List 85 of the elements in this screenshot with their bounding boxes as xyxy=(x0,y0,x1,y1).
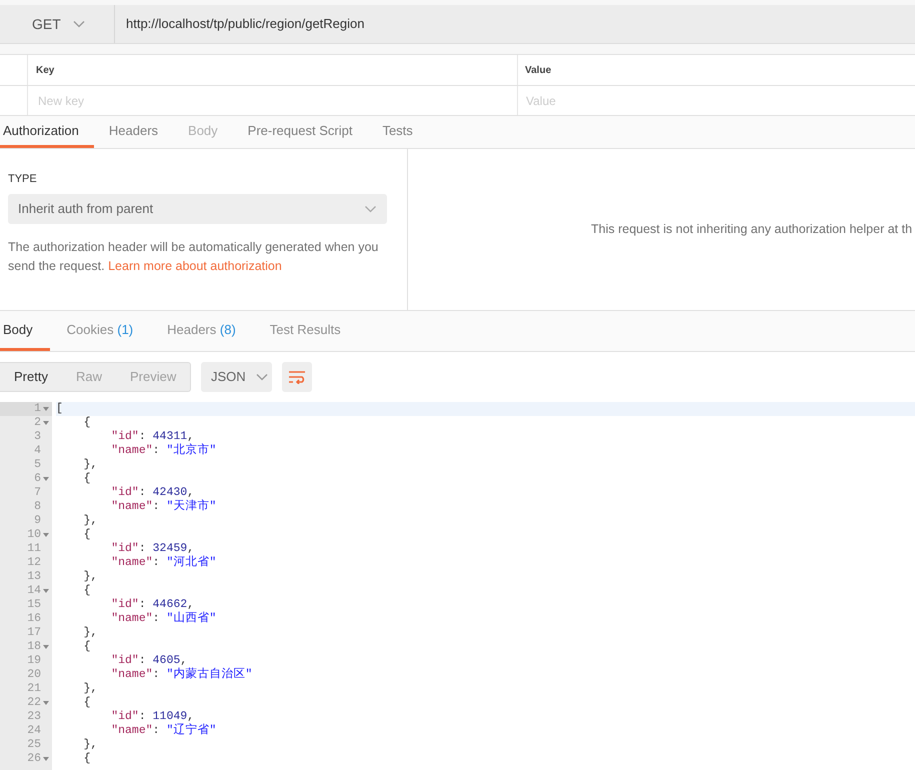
fold-arrow-icon[interactable] xyxy=(43,589,49,593)
code-line: { xyxy=(82,584,92,598)
auth-description: The authorization header will be automatically generated when you send the request. Learn more about authorization xyxy=(8,238,380,275)
fold-arrow-icon[interactable] xyxy=(43,407,49,411)
code-line: }, xyxy=(82,458,98,472)
code-line: { xyxy=(82,528,92,542)
code-line: }, xyxy=(82,514,98,528)
line-number: 3 xyxy=(34,429,41,445)
format-dropdown[interactable]: JSON xyxy=(201,362,272,392)
code-line: { xyxy=(82,416,92,430)
line-number: 2 xyxy=(34,415,41,431)
response-tab[interactable]: Cookies (1) xyxy=(50,311,150,351)
line-number: 24 xyxy=(27,723,41,739)
line-number: 23 xyxy=(27,709,41,725)
line-number: 22 xyxy=(27,695,41,711)
response-tab[interactable]: Body xyxy=(0,311,50,351)
line-number: 17 xyxy=(27,625,41,641)
line-number: 21 xyxy=(27,681,41,697)
code-line: }, xyxy=(82,626,98,640)
wrap-lines-icon xyxy=(288,370,306,384)
chevron-down-icon xyxy=(72,20,85,28)
line-number: 9 xyxy=(34,513,41,529)
code-line: { xyxy=(82,640,92,654)
line-number: 13 xyxy=(27,569,41,585)
line-number: 5 xyxy=(34,457,41,473)
view-mode-button[interactable]: Pretty xyxy=(0,363,62,391)
line-number: 11 xyxy=(27,541,41,557)
learn-more-link[interactable]: Learn more about authorization xyxy=(108,258,282,272)
url-field[interactable]: http://localhost/tp/public/region/getRegion xyxy=(115,5,915,43)
request-tab[interactable]: Pre-request Script xyxy=(232,116,368,148)
auth-type-dropdown[interactable]: Inherit auth from parent xyxy=(8,194,387,224)
fold-arrow-icon[interactable] xyxy=(43,477,49,481)
code-line: "name": "北京市" xyxy=(110,444,218,458)
chevron-down-icon xyxy=(364,204,377,212)
fold-arrow-icon[interactable] xyxy=(43,757,49,761)
view-mode-button[interactable]: Preview xyxy=(116,363,190,391)
fold-arrow-icon[interactable] xyxy=(43,533,49,537)
code-line: "id": 32459, xyxy=(110,542,196,556)
code-line: "id": 42430, xyxy=(110,486,196,500)
code-line: { xyxy=(82,752,92,766)
request-tab[interactable]: Headers xyxy=(94,116,174,148)
fold-arrow-icon[interactable] xyxy=(43,645,49,649)
line-number: 7 xyxy=(34,485,41,501)
fold-arrow-icon[interactable] xyxy=(43,421,49,425)
line-number: 20 xyxy=(27,667,41,683)
code-line: { xyxy=(82,696,92,710)
line-number: 12 xyxy=(27,555,41,571)
line-number: 6 xyxy=(34,471,41,487)
code-line: { xyxy=(82,472,92,486)
code-line: "name": "辽宁省" xyxy=(110,724,218,738)
line-number: 15 xyxy=(27,597,41,613)
code-line: "id": 44662, xyxy=(110,598,196,612)
line-number: 4 xyxy=(34,443,41,459)
response-tab[interactable]: Test Results xyxy=(252,311,358,351)
method-dropdown[interactable]: GET xyxy=(0,5,115,43)
chevron-down-icon xyxy=(256,373,268,381)
response-tab[interactable]: Headers (8) xyxy=(150,311,253,351)
table-header-cell: Key xyxy=(28,55,518,85)
type-label: TYPE xyxy=(8,172,38,187)
line-number: 18 xyxy=(27,639,41,655)
code-line: "name": "河北省" xyxy=(110,556,218,570)
line-number: 25 xyxy=(27,737,41,753)
wrap-button[interactable] xyxy=(282,362,312,392)
auth-message: This request is not inheriting any authorization helper at th xyxy=(591,221,912,238)
code-line: "id": 44311, xyxy=(110,430,196,444)
request-tab[interactable]: Authorization xyxy=(0,116,94,148)
view-mode-button[interactable]: Raw xyxy=(62,363,116,391)
line-number: 16 xyxy=(27,611,41,627)
code-line: "name": "内蒙古自治区" xyxy=(110,668,254,682)
line-number: 19 xyxy=(27,653,41,669)
code-line: }, xyxy=(82,738,98,752)
line-number: 14 xyxy=(27,583,41,599)
line-number: 8 xyxy=(34,499,41,515)
line-number: 1 xyxy=(34,402,41,417)
code-line: }, xyxy=(82,682,98,696)
code-line: }, xyxy=(82,570,98,584)
code-line: "name": "山西省" xyxy=(110,612,218,626)
table-header-cell-text: Value xyxy=(524,64,552,78)
line-number: 26 xyxy=(27,751,41,768)
line-number: 10 xyxy=(27,527,41,543)
code-line: "id": 4605, xyxy=(110,654,188,668)
code-line: "name": "天津市" xyxy=(110,500,218,514)
request-tab[interactable]: Tests xyxy=(367,116,428,148)
fold-arrow-icon[interactable] xyxy=(43,701,49,705)
code-line: "id": 11049, xyxy=(110,710,196,723)
